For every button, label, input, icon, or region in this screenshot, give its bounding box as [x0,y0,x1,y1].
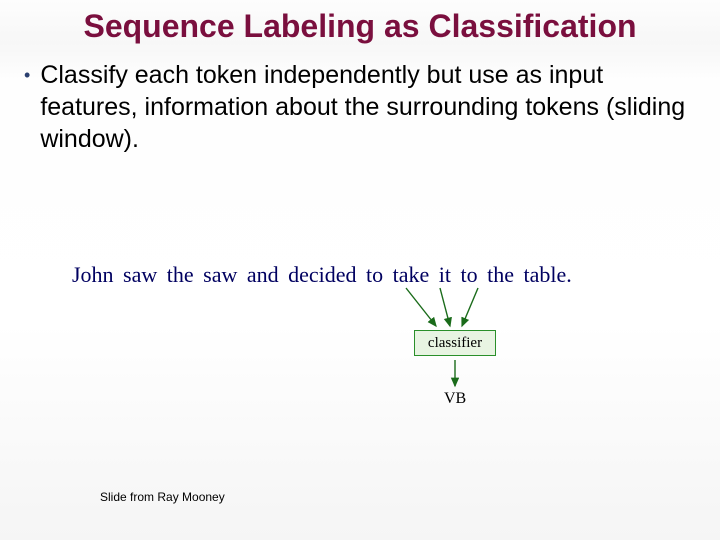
bullet-marker-icon: • [24,65,30,86]
bullet-item: • Classify each token independently but … [0,59,720,155]
example-sentence: John saw the saw and decided to take it … [72,262,572,288]
output-label: VB [444,390,466,408]
footer-credit: Slide from Ray Mooney [100,490,225,504]
bullet-text: Classify each token independently but us… [40,59,692,155]
classifier-box: classifier [414,330,496,356]
slide-title: Sequence Labeling as Classification [0,0,720,59]
